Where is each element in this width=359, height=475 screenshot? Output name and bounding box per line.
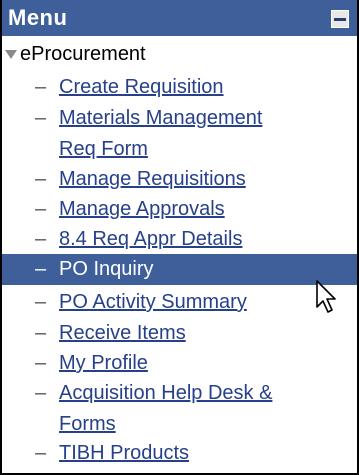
dash-glyph: – [35,442,47,464]
menu-link[interactable]: PO Inquiry [59,254,357,285]
dash-glyph: – [35,228,47,250]
menu-item-manage-approvals[interactable]: – Manage Approvals [2,194,357,225]
menu-panel: Menu eProcurement – Create Requisition –… [0,0,359,475]
menu-item-po-inquiry[interactable]: – PO Inquiry [2,254,357,285]
menu-link[interactable]: Materials Management [59,103,357,134]
triangle-down-icon[interactable] [5,49,17,59]
menu-link[interactable]: Create Requisition [59,72,357,103]
menu-item-receive-items[interactable]: – Receive Items [2,318,357,349]
dash-glyph: – [35,198,47,220]
menu-link[interactable]: Manage Approvals [59,194,357,225]
menu-link[interactable]: 8.4 Req Appr Details [59,224,357,255]
dash-glyph: – [35,382,47,404]
menu-link[interactable]: Acquisition Help Desk & [59,378,357,409]
menu-item-manage-requisitions[interactable]: – Manage Requisitions [2,164,357,195]
dash-glyph: – [35,76,47,98]
menu-link[interactable]: Manage Requisitions [59,164,357,195]
menu-item-acquisition-help-desk[interactable]: – Acquisition Help Desk & Forms [2,378,357,440]
dash-glyph: – [35,258,47,280]
section-label: eProcurement [20,43,146,65]
menu-item-req-appr-details[interactable]: – 8.4 Req Appr Details [2,224,357,255]
section-eprocurement[interactable]: eProcurement [2,42,146,66]
dash-glyph: – [35,107,47,129]
menu-item-materials-management[interactable]: – Materials Management Req Form [2,103,357,165]
collapse-button[interactable] [331,10,349,28]
menu-item-po-activity-summary[interactable]: – PO Activity Summary [2,287,357,318]
menu-item-tibh-products[interactable]: – TIBH Products [2,438,357,469]
menu-link[interactable]: PO Activity Summary [59,287,357,318]
menu-header: Menu [2,0,357,36]
mouse-pointer-icon [316,280,336,313]
minus-icon [334,17,346,21]
menu-title: Menu [8,5,68,30]
dash-glyph: – [35,168,47,190]
dash-glyph: – [35,352,47,374]
dash-glyph: – [35,291,47,313]
dash-glyph: – [35,322,47,344]
menu-item-create-requisition[interactable]: – Create Requisition [2,72,357,103]
menu-item-my-profile[interactable]: – My Profile [2,348,357,379]
menu-link[interactable]: My Profile [59,348,357,379]
menu-link-line2[interactable]: Req Form [59,134,357,165]
menu-link[interactable]: TIBH Products [59,438,357,469]
menu-link[interactable]: Receive Items [59,318,357,349]
menu-link-line2[interactable]: Forms [59,409,357,440]
